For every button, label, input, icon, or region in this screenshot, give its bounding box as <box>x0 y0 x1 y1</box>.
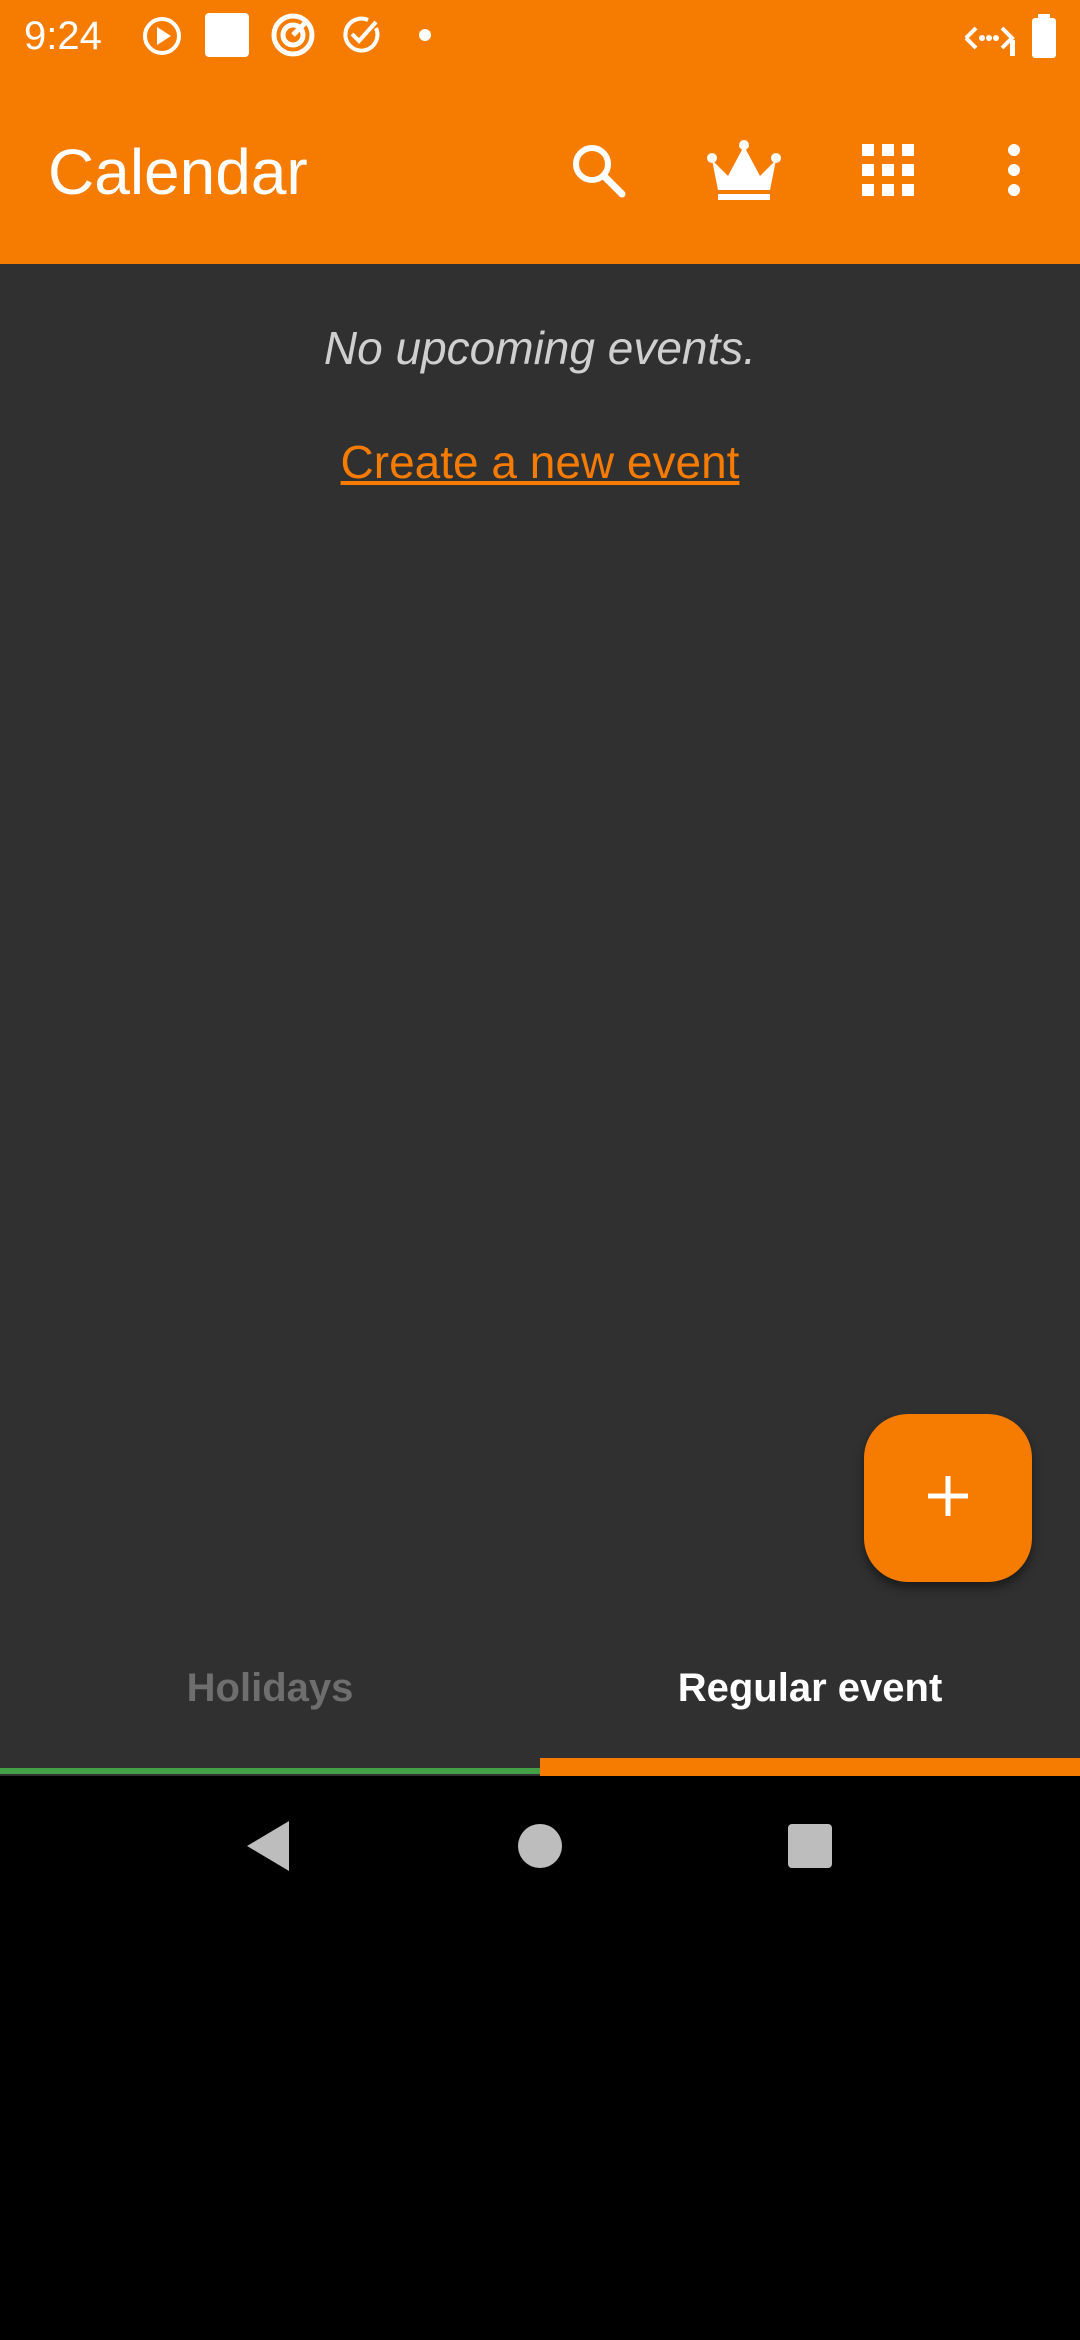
play-circle-icon <box>140 14 184 63</box>
target-icon <box>270 12 316 63</box>
search-button[interactable] <box>554 128 642 216</box>
recents-button[interactable] <box>768 1806 852 1890</box>
crown-icon <box>706 138 782 207</box>
tab-bar: Holidays Regular event <box>0 1600 1080 1776</box>
recents-icon <box>787 1823 833 1874</box>
create-event-link: Create a new event <box>0 430 1080 494</box>
tab-holidays[interactable]: Holidays <box>0 1600 540 1776</box>
home-icon <box>517 1823 563 1874</box>
add-event-fab[interactable] <box>864 1414 1032 1582</box>
status-bar: 9:24 <box>0 0 1080 72</box>
check-circle-icon <box>340 14 382 61</box>
tab-regular-event-label: Regular event <box>677 1665 943 1710</box>
square-notification-icon <box>204 12 250 63</box>
apps-button[interactable] <box>844 128 932 216</box>
back-button[interactable] <box>226 1806 310 1890</box>
more-options-button[interactable] <box>970 128 1058 216</box>
page-title: Calendar <box>48 136 308 208</box>
home-button[interactable] <box>498 1806 582 1890</box>
back-icon <box>243 1819 293 1878</box>
status-time: 9:24 <box>24 14 102 58</box>
regular-event-tab-indicator <box>540 1758 1080 1776</box>
battery-icon <box>1030 14 1058 63</box>
signal-icon <box>962 20 1016 61</box>
create-event-link-text[interactable]: Create a new event <box>341 436 740 488</box>
plus-icon <box>924 1472 972 1525</box>
event-list: No upcoming events. Create a new event <box>0 264 1080 1600</box>
holidays-tab-indicator <box>0 1768 540 1774</box>
premium-button[interactable] <box>700 128 788 216</box>
search-icon <box>569 141 627 204</box>
app-bar: Calendar <box>0 72 1080 264</box>
tab-regular-event[interactable]: Regular event <box>540 1600 1080 1776</box>
more-vert-icon <box>1006 143 1022 201</box>
tab-holidays-label: Holidays <box>186 1665 354 1710</box>
dot-icon <box>418 28 432 47</box>
empty-state-message: No upcoming events. <box>323 322 757 374</box>
system-nav-bar <box>0 1776 1080 1920</box>
apps-grid-icon <box>862 143 914 201</box>
